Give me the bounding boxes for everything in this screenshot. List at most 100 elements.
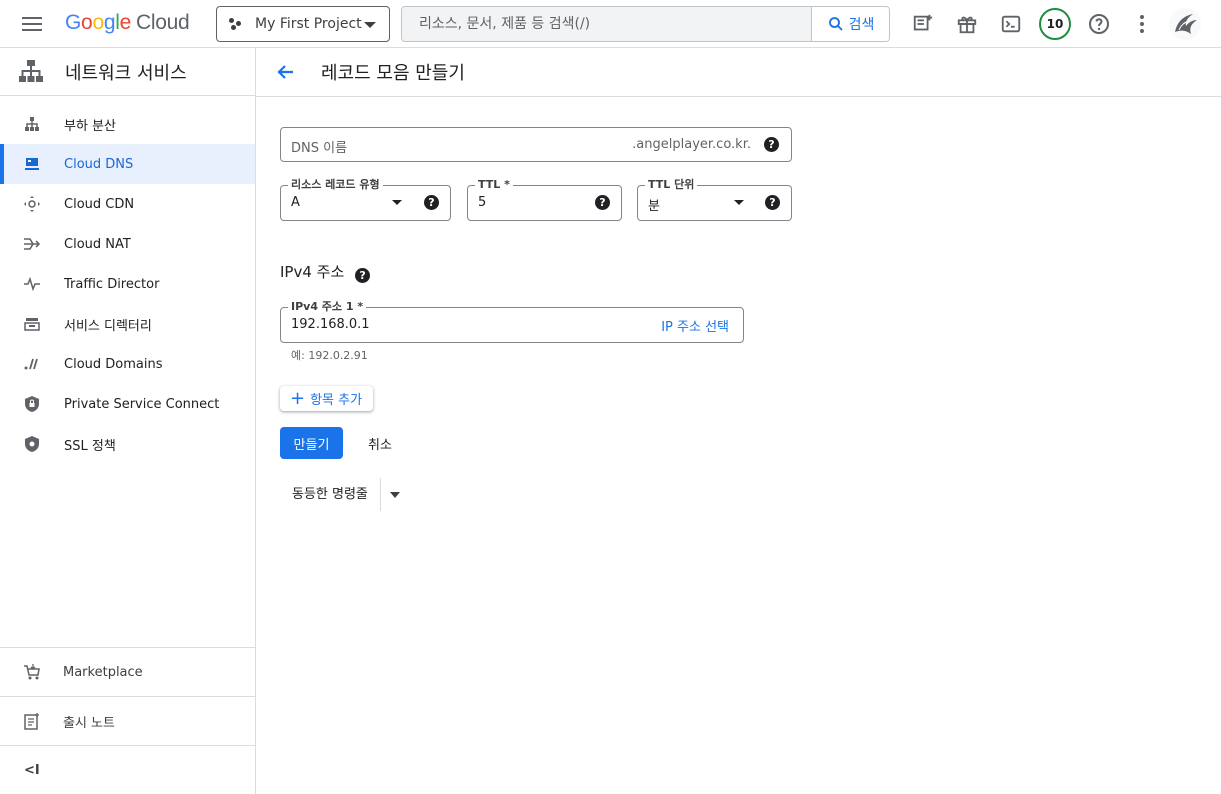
sidebar-item-label: 서비스 디렉터리	[64, 318, 152, 334]
sidebar-item-label: Cloud CDN	[64, 196, 135, 212]
help-icon[interactable]: ?	[355, 268, 371, 283]
domains-icon	[22, 354, 42, 374]
cloud-shell-icon[interactable]	[997, 10, 1025, 38]
page-header: 레코드 모음 만들기	[256, 48, 1221, 97]
create-button[interactable]: 만들기	[280, 427, 343, 459]
sidebar-item-label: Cloud Domains	[64, 356, 163, 372]
chevron-down-icon[interactable]	[734, 200, 744, 205]
sidebar-item-label: SSL 정책	[64, 438, 116, 454]
ttl-unit-value: 분	[648, 199, 660, 214]
search-bar: 검색	[401, 6, 890, 42]
back-arrow-icon[interactable]	[274, 60, 298, 84]
ipv4-address-value: 192.168.0.1	[291, 317, 370, 332]
search-icon	[828, 17, 843, 31]
sidebar-item-label: Cloud DNS	[64, 156, 134, 172]
sidebar-item-label: 출시 노트	[63, 715, 115, 731]
ttl-unit-select[interactable]: TTL 단위 분 ?	[637, 178, 792, 221]
logo-letter: G	[65, 11, 82, 34]
network-services-icon	[19, 59, 43, 82]
add-item-label: 항목 추가	[310, 393, 363, 408]
record-type-value: A	[291, 195, 300, 210]
add-item-button[interactable]: + 항목 추가	[280, 386, 373, 411]
help-icon[interactable]: ?	[595, 195, 610, 210]
sidebar-header: 네트워크 서비스	[0, 48, 255, 96]
nat-icon	[22, 234, 42, 254]
sidebar-item-cloud-domains[interactable]: Cloud Domains	[0, 344, 255, 384]
load-balancing-icon	[22, 114, 42, 134]
sidebar-item-service-directory[interactable]: 서비스 디렉터리	[0, 304, 255, 344]
sidebar-footer: Marketplace 출시 노트 <I	[0, 647, 255, 794]
help-icon[interactable]: ?	[424, 195, 439, 210]
logo-letter: o	[81, 11, 93, 34]
record-type-select[interactable]: 리소스 레코드 유형 A ?	[280, 178, 451, 221]
collapse-sidebar-button[interactable]: <I	[0, 745, 255, 794]
notification-badge[interactable]: 10	[1039, 8, 1071, 40]
sidebar-title: 네트워크 서비스	[65, 62, 187, 84]
directory-icon	[22, 314, 42, 334]
dns-name-placeholder: DNS 이름	[291, 141, 348, 156]
avatar[interactable]	[1169, 8, 1201, 40]
sidebar-item-private-service-connect[interactable]: Private Service Connect	[0, 384, 255, 424]
cancel-button[interactable]: 취소	[358, 427, 402, 459]
sidebar-item-load-balancing[interactable]: 부하 분산	[0, 104, 255, 144]
logo-cloud-text: Cloud	[135, 11, 190, 34]
cart-icon	[22, 662, 42, 682]
google-cloud-logo[interactable]: Google Cloud	[65, 11, 190, 35]
menu-icon[interactable]	[22, 14, 44, 34]
equivalent-command-line-button[interactable]: 동등한 명령줄	[280, 478, 381, 511]
feedback-icon[interactable]	[909, 10, 937, 38]
more-vert-icon[interactable]	[1128, 10, 1156, 38]
ipv4-section-title: IPv4 주소 ?	[280, 261, 371, 283]
shield-icon	[22, 434, 42, 454]
select-ip-address-link[interactable]: IP 주소 선택	[661, 316, 729, 335]
dns-name-field[interactable]: DNS 이름 .angelplayer.co.kr. ?	[280, 127, 792, 162]
record-type-label: 리소스 레코드 유형	[288, 178, 383, 192]
ttl-unit-label: TTL 단위	[645, 178, 698, 192]
ttl-value: 5	[478, 195, 487, 210]
chevron-down-icon	[364, 22, 376, 28]
logo-letter: g	[103, 11, 116, 34]
ttl-label: TTL *	[475, 178, 513, 192]
top-bar: GoogleCloud My First Project 검색 10	[0, 0, 1221, 48]
project-icon	[229, 17, 243, 31]
ipv4-address-field[interactable]: IPv4 주소 1 * 192.168.0.1 IP 주소 선택	[280, 300, 744, 343]
search-input[interactable]	[402, 7, 813, 41]
sidebar-item-cloud-nat[interactable]: Cloud NAT	[0, 224, 255, 264]
page-title: 레코드 모음 만들기	[321, 63, 465, 84]
logo-letter: o	[92, 11, 104, 34]
ipv4-section-label: IPv4 주소	[280, 263, 345, 281]
sidebar: 네트워크 서비스 부하 분산 Cloud DNS Cloud CDN Cloud…	[0, 48, 256, 794]
sidebar-item-traffic-director[interactable]: Traffic Director	[0, 264, 255, 304]
sidebar-item-label: Private Service Connect	[64, 396, 220, 412]
gift-icon[interactable]	[953, 10, 981, 38]
collapse-icon: <I	[24, 762, 40, 778]
dns-icon	[22, 154, 42, 174]
equivalent-command-line: 동등한 명령줄	[280, 478, 409, 511]
lock-icon	[22, 394, 42, 414]
traffic-icon	[22, 274, 42, 294]
sidebar-item-marketplace[interactable]: Marketplace	[0, 647, 255, 696]
help-icon[interactable]	[1085, 10, 1113, 38]
sidebar-item-label: Traffic Director	[64, 276, 160, 292]
sidebar-item-cloud-dns[interactable]: Cloud DNS	[0, 144, 255, 184]
sidebar-nav: 부하 분산 Cloud DNS Cloud CDN Cloud NAT Traf…	[0, 96, 255, 464]
project-selector[interactable]: My First Project	[216, 6, 390, 42]
sidebar-item-label: 부하 분산	[64, 118, 116, 134]
chevron-down-icon[interactable]	[392, 200, 402, 205]
sidebar-item-cloud-cdn[interactable]: Cloud CDN	[0, 184, 255, 224]
sidebar-item-release-notes[interactable]: 출시 노트	[0, 696, 255, 745]
sidebar-item-label: Cloud NAT	[64, 236, 131, 252]
dns-suffix: .angelplayer.co.kr.	[632, 137, 751, 152]
cdn-icon	[22, 194, 42, 214]
plus-icon: +	[290, 387, 306, 409]
search-button[interactable]: 검색	[811, 7, 889, 41]
project-name: My First Project	[255, 16, 362, 32]
ttl-input[interactable]: TTL * 5 ?	[467, 178, 622, 221]
help-icon[interactable]: ?	[764, 137, 779, 152]
chevron-down-icon[interactable]	[381, 478, 409, 511]
sidebar-item-ssl-policies[interactable]: SSL 정책	[0, 424, 255, 464]
ipv4-hint: 예: 192.0.2.91	[291, 349, 368, 362]
ipv4-address-label: IPv4 주소 1 *	[288, 300, 367, 314]
search-button-label: 검색	[848, 17, 875, 33]
help-icon[interactable]: ?	[765, 195, 780, 210]
